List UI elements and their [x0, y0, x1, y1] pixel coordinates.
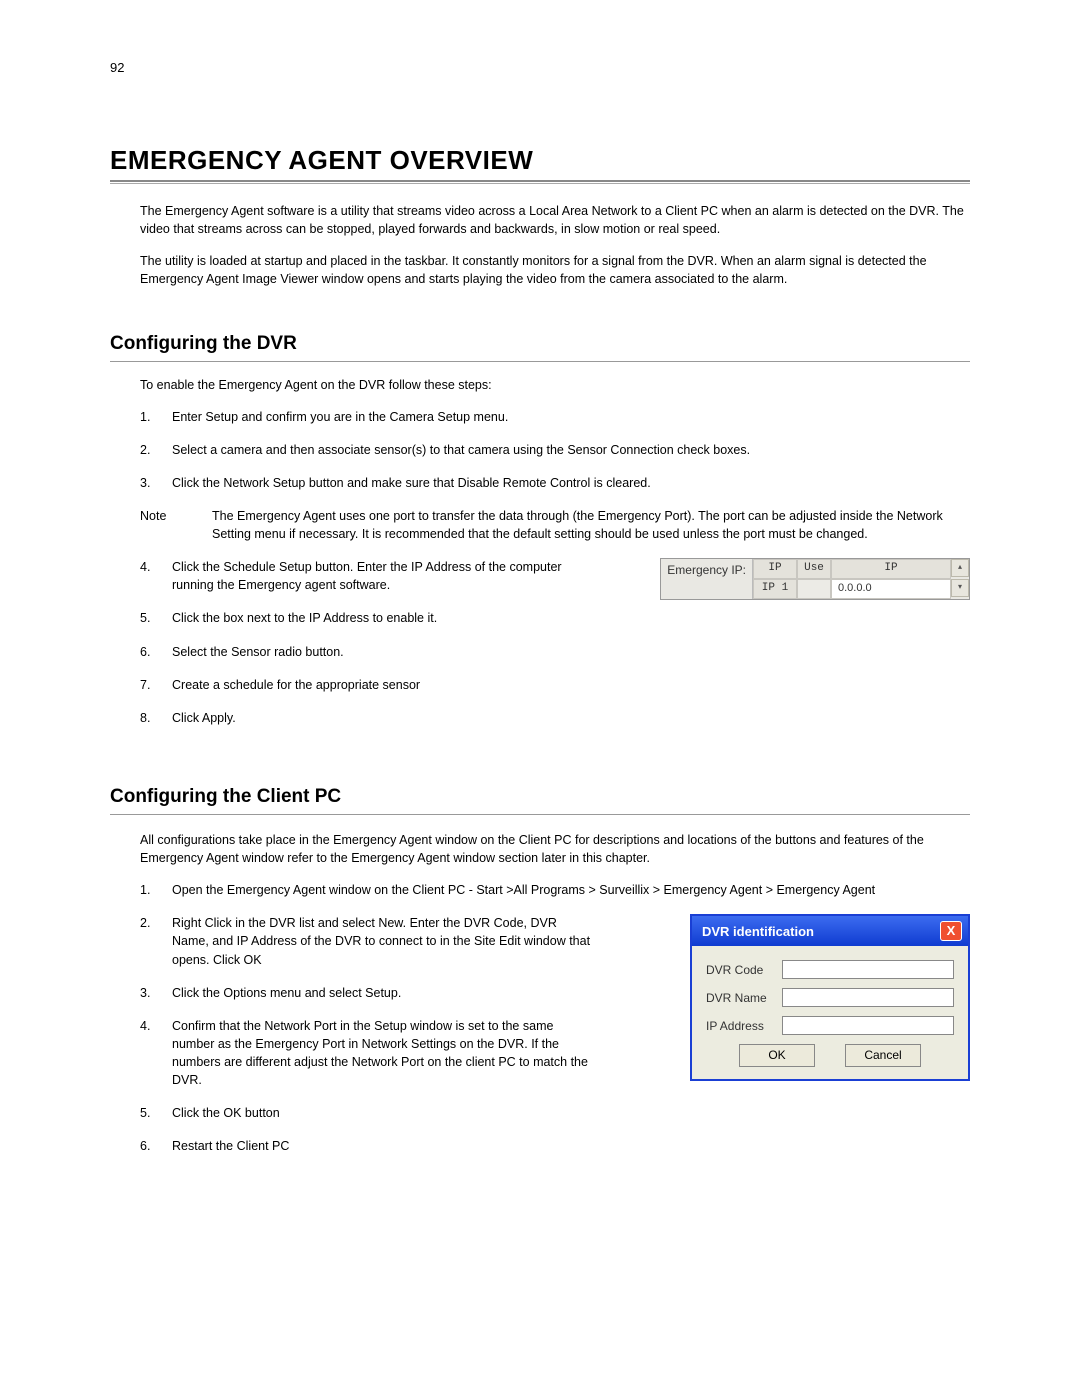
step-number: 3. — [140, 984, 172, 1002]
intro-paragraph-1: The Emergency Agent software is a utilit… — [140, 202, 970, 238]
step-text: Select the Sensor radio button. — [172, 643, 970, 661]
step-number: 1. — [140, 408, 172, 426]
list-item: 3.Click the Options menu and select Setu… — [140, 984, 672, 1002]
step-text: Click the box next to the IP Address to … — [172, 609, 970, 627]
list-item: 2.Right Click in the DVR list and select… — [140, 914, 672, 968]
step-number: 3. — [140, 474, 172, 492]
document-page: 92 EMERGENCY AGENT OVERVIEW The Emergenc… — [0, 0, 1080, 1231]
section-rule — [110, 361, 970, 362]
scroll-up-icon[interactable]: ▴ — [951, 559, 969, 577]
list-item: 4.Confirm that the Network Port in the S… — [140, 1017, 672, 1090]
step-number: 6. — [140, 643, 172, 661]
ip-use-checkbox[interactable] — [797, 579, 831, 599]
list-item: 4.Click the Schedule Setup button. Enter… — [140, 558, 642, 594]
section-client-title: Configuring the Client PC — [110, 786, 970, 808]
step-number: 5. — [140, 609, 172, 627]
step-number: 7. — [140, 676, 172, 694]
heading-rule — [110, 180, 970, 184]
ip-address-input[interactable] — [782, 1016, 954, 1035]
dvr-name-label: DVR Name — [706, 991, 782, 1005]
dialog-title-text: DVR identification — [702, 924, 814, 939]
step-text: Open the Emergency Agent window on the C… — [172, 881, 970, 899]
section-dvr-title: Configuring the DVR — [110, 333, 970, 355]
note-block: Note The Emergency Agent uses one port t… — [140, 507, 970, 543]
cancel-button[interactable]: Cancel — [845, 1044, 921, 1067]
dvr-code-input[interactable] — [782, 960, 954, 979]
list-item: 2.Select a camera and then associate sen… — [140, 441, 970, 459]
list-item: 1.Open the Emergency Agent window on the… — [140, 881, 970, 899]
intro-paragraph-2: The utility is loaded at startup and pla… — [140, 252, 970, 288]
ip-address-row: IP Address — [706, 1016, 954, 1035]
ip-row-name: IP 1 — [753, 579, 797, 599]
list-item: 3.Click the Network Setup button and mak… — [140, 474, 970, 492]
note-text: The Emergency Agent uses one port to tra… — [212, 507, 970, 543]
ip-header-col2: Use — [797, 559, 831, 579]
list-item: 5.Click the box next to the IP Address t… — [140, 609, 970, 627]
main-heading: EMERGENCY AGENT OVERVIEW — [110, 145, 970, 176]
list-item: 6.Restart the Client PC — [140, 1137, 970, 1155]
step-number: 6. — [140, 1137, 172, 1155]
step-number: 4. — [140, 558, 172, 594]
list-item: 7.Create a schedule for the appropriate … — [140, 676, 970, 694]
step-number: 2. — [140, 441, 172, 459]
step-text: Restart the Client PC — [172, 1137, 970, 1155]
step-text: Click Apply. — [172, 709, 970, 727]
emergency-ip-label: Emergency IP: — [661, 559, 753, 599]
dvr-code-row: DVR Code — [706, 960, 954, 979]
list-item: 8.Click Apply. — [140, 709, 970, 727]
step-number: 4. — [140, 1017, 172, 1090]
dvr-name-input[interactable] — [782, 988, 954, 1007]
ip-header-col1: IP — [753, 559, 797, 579]
scroll-down-icon[interactable]: ▾ — [951, 579, 969, 597]
dialog-titlebar: DVR identification X — [692, 916, 968, 946]
dvr-identification-dialog: DVR identification X DVR Code DVR Name I… — [690, 914, 970, 1081]
step-text: Select a camera and then associate senso… — [172, 441, 970, 459]
step-number: 8. — [140, 709, 172, 727]
list-item: 6.Select the Sensor radio button. — [140, 643, 970, 661]
ip-value-field[interactable]: 0.0.0.0 — [831, 579, 951, 599]
page-number: 92 — [110, 60, 970, 75]
step-text: Confirm that the Network Port in the Set… — [172, 1017, 592, 1090]
ok-button[interactable]: OK — [739, 1044, 815, 1067]
step-number: 1. — [140, 881, 172, 899]
list-item: 1.Enter Setup and confirm you are in the… — [140, 408, 970, 426]
close-icon[interactable]: X — [940, 921, 962, 941]
step-text: Click the Options menu and select Setup. — [172, 984, 592, 1002]
dvr-steps-before: 1.Enter Setup and confirm you are in the… — [140, 408, 970, 492]
step-text: Click the Network Setup button and make … — [172, 474, 970, 492]
step-text: Right Click in the DVR list and select N… — [172, 914, 592, 968]
step-text: Create a schedule for the appropriate se… — [172, 676, 970, 694]
step-text: Click the Schedule Setup button. Enter t… — [172, 558, 582, 594]
client-steps: 1.Open the Emergency Agent window on the… — [140, 881, 970, 899]
ip-address-label: IP Address — [706, 1019, 782, 1033]
step-text: Enter Setup and confirm you are in the C… — [172, 408, 970, 426]
dvr-code-label: DVR Code — [706, 963, 782, 977]
step-number: 2. — [140, 914, 172, 968]
client-intro: All configurations take place in the Eme… — [140, 831, 970, 867]
dvr-intro: To enable the Emergency Agent on the DVR… — [140, 378, 970, 392]
dvr-name-row: DVR Name — [706, 988, 954, 1007]
section-rule — [110, 814, 970, 815]
step-number: 5. — [140, 1104, 172, 1122]
emergency-ip-panel: Emergency IP: IP Use IP ▴ IP 1 0.0.0.0 ▾ — [660, 558, 970, 600]
ip-header-col3: IP — [831, 559, 951, 579]
note-label: Note — [140, 507, 212, 543]
list-item: 5.Click the OK button — [140, 1104, 970, 1122]
step-text: Click the OK button — [172, 1104, 970, 1122]
